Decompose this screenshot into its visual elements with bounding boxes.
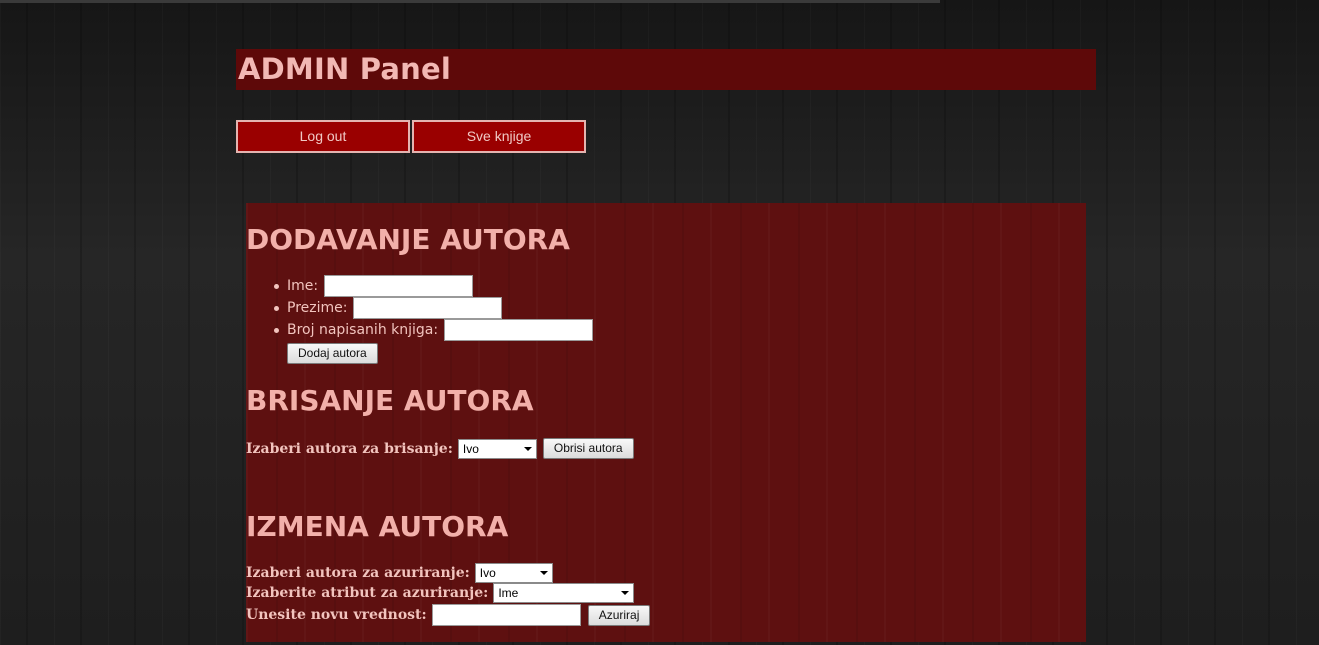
update-attribute-label: Izaberite atribut za azuriranje: <box>246 585 489 601</box>
books-count-input[interactable] <box>444 319 594 341</box>
update-attribute-row: Izaberite atribut za azuriranje: Ime <box>246 583 635 603</box>
add-author-actions: Dodaj autora <box>287 343 378 364</box>
delete-author-selected: Ivo <box>462 441 479 456</box>
new-value-label: Unesite novu vrednost: <box>246 607 427 623</box>
books-count-label: Broj napisanih knjiga: <box>287 322 439 338</box>
update-author-row: Izaberi autora za azuriranje: Ivo <box>246 563 553 583</box>
delete-author-button[interactable]: Obrisi autora <box>542 438 634 459</box>
chevron-down-icon <box>621 591 630 595</box>
update-author-selected: Ivo <box>479 566 496 580</box>
first-name-input[interactable] <box>324 275 474 297</box>
first-name-label: Ime: <box>287 278 319 294</box>
delete-author-label: Izaberi autora za brisanje: <box>246 440 453 457</box>
delete-author-row: Izaberi autora za brisanje: Ivo Obrisi a… <box>246 438 634 459</box>
chevron-down-icon <box>539 571 548 575</box>
update-author-label: Izaberi autora za azuriranje: <box>246 565 470 581</box>
delete-author-title: BRISANJE AUTORA <box>246 384 534 417</box>
bullet-icon <box>274 305 279 311</box>
new-value-row: Unesite novu vrednost: Azuriraj <box>246 604 651 626</box>
update-author-button[interactable]: Azuriraj <box>587 604 651 626</box>
bullet-icon <box>274 283 279 289</box>
logout-button[interactable]: Log out <box>236 120 410 153</box>
top-strip <box>0 0 940 3</box>
nav-bar: Log out Sve knjige <box>236 120 588 153</box>
add-author-title: DODAVANJE AUTORA <box>246 223 570 256</box>
books-count-row: Broj napisanih knjiga: <box>274 319 594 341</box>
add-author-button[interactable]: Dodaj autora <box>287 343 378 364</box>
page-title: ADMIN Panel <box>238 52 452 86</box>
chevron-down-icon <box>523 446 532 451</box>
first-name-row: Ime: <box>274 275 474 297</box>
bullet-icon <box>274 327 279 333</box>
update-attribute-select[interactable]: Ime <box>493 583 635 603</box>
admin-content-panel: DODAVANJE AUTORA Ime: Prezime: Broj napi… <box>246 203 1086 642</box>
new-value-input[interactable] <box>431 604 581 626</box>
last-name-label: Prezime: <box>287 300 348 316</box>
all-books-button[interactable]: Sve knjige <box>412 120 586 153</box>
page-header: ADMIN Panel <box>236 49 1096 90</box>
update-attribute-selected: Ime <box>498 586 519 600</box>
last-name-input[interactable] <box>353 297 503 319</box>
update-author-select[interactable]: Ivo <box>474 563 553 583</box>
delete-author-select[interactable]: Ivo <box>457 438 537 459</box>
last-name-row: Prezime: <box>274 297 503 319</box>
update-author-title: IZMENA AUTORA <box>246 510 509 543</box>
